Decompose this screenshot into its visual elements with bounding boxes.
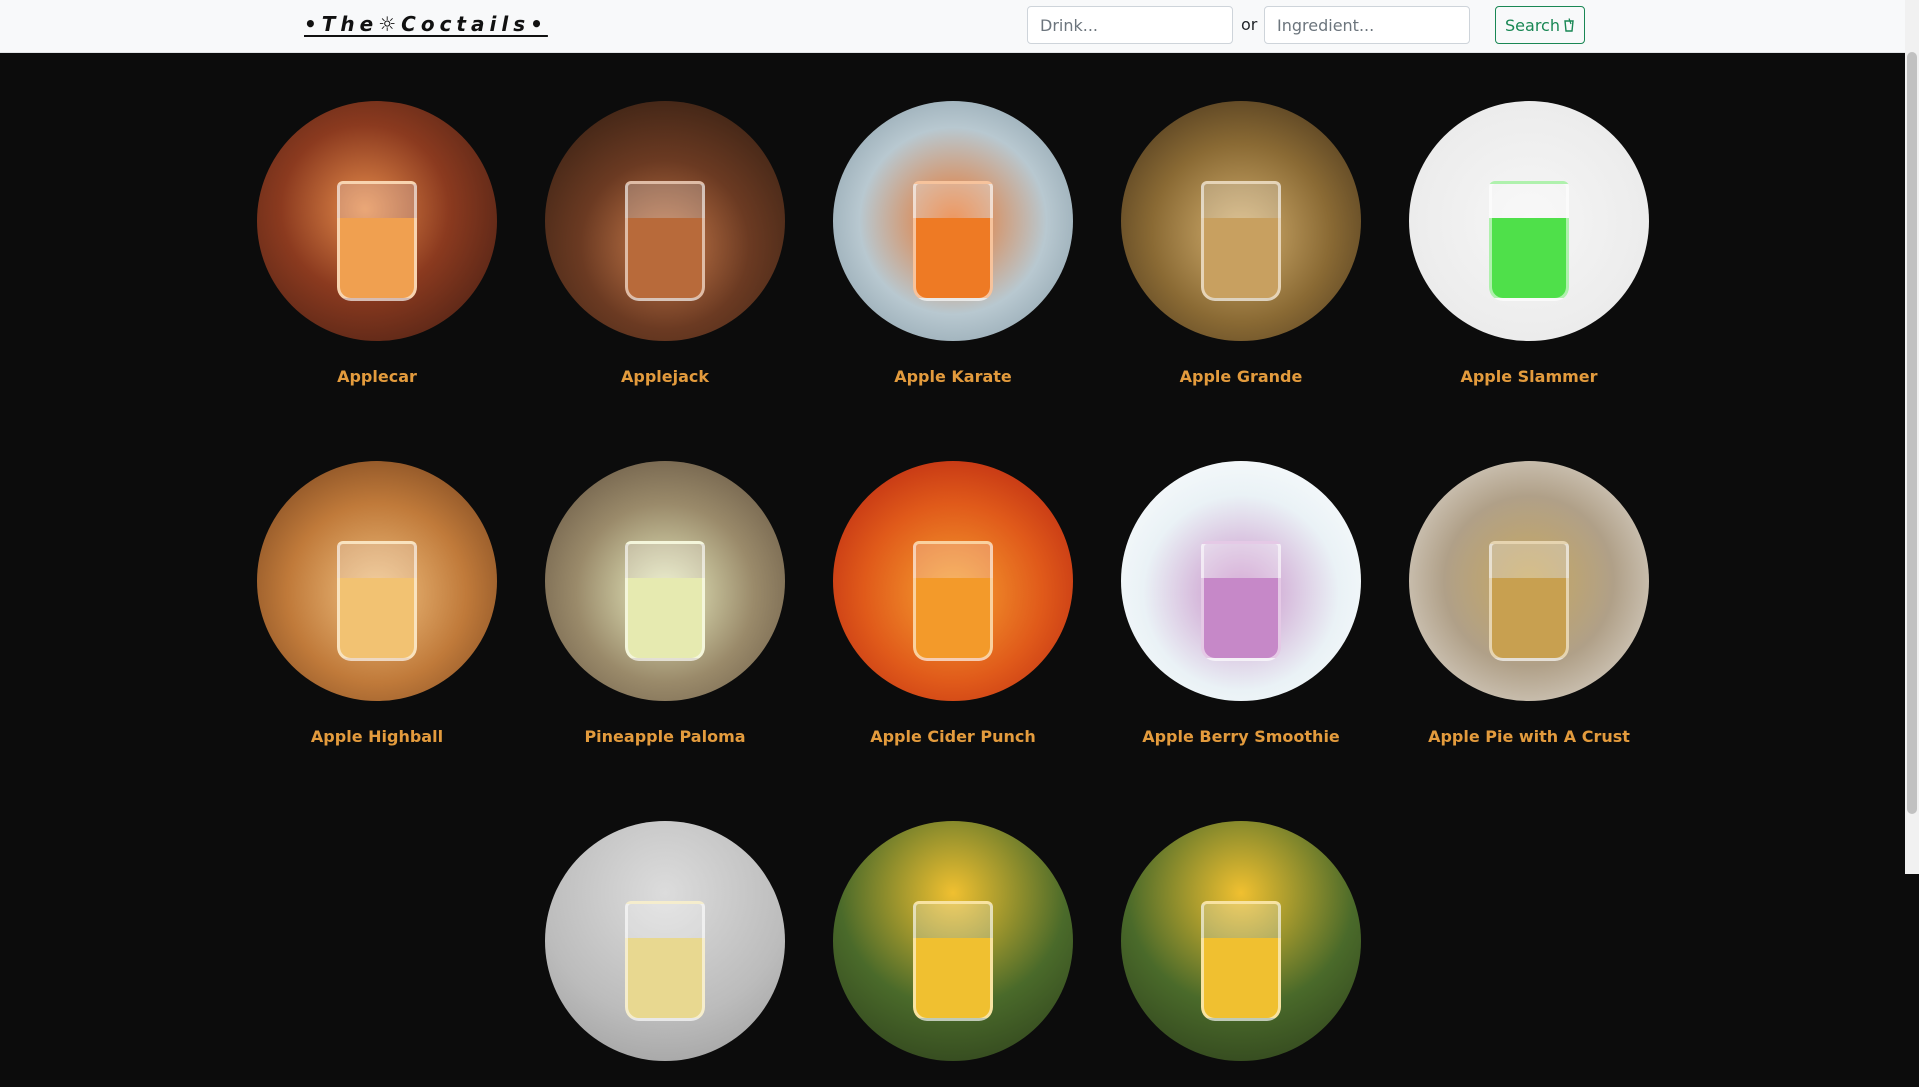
drink-card[interactable]: Applecar: [257, 101, 497, 386]
glass-illustration: [625, 541, 705, 661]
glass-illustration: [625, 181, 705, 301]
drink-image[interactable]: [545, 461, 785, 701]
drink-image[interactable]: [1121, 101, 1361, 341]
scrollbar-thumb[interactable]: [1907, 52, 1917, 814]
drink-image[interactable]: [545, 101, 785, 341]
drink-card[interactable]: Apple Grande: [1121, 101, 1361, 386]
drink-card[interactable]: Apple Berry Smoothie: [1121, 461, 1361, 746]
drink-name[interactable]: Apple Karate: [833, 367, 1073, 386]
drink-image[interactable]: [833, 821, 1073, 1061]
drink-search-input[interactable]: [1027, 6, 1233, 44]
drink-name[interactable]: Apple Berry Smoothie: [1121, 727, 1361, 746]
drink-image[interactable]: [833, 101, 1073, 341]
search-button[interactable]: Search: [1495, 6, 1585, 44]
glass-illustration: [625, 901, 705, 1021]
cup-icon: [1564, 18, 1574, 32]
drink-name[interactable]: Pineapple Paloma: [545, 727, 785, 746]
drink-card[interactable]: Apple Highball: [257, 461, 497, 746]
drink-card[interactable]: [1121, 821, 1361, 1087]
navbar: •The☼Coctails• or Search: [0, 0, 1905, 53]
drink-image[interactable]: [833, 461, 1073, 701]
drink-card[interactable]: Apple Cider Punch: [833, 461, 1073, 746]
drink-card[interactable]: [833, 821, 1073, 1087]
glass-illustration: [913, 181, 993, 301]
drink-image[interactable]: [1121, 821, 1361, 1061]
drink-card[interactable]: Pineapple Paloma: [545, 461, 785, 746]
glass-illustration: [1489, 541, 1569, 661]
drink-card[interactable]: Apple Pie with A Crust: [1409, 461, 1649, 746]
drink-name[interactable]: Applecar: [257, 367, 497, 386]
drink-image[interactable]: [545, 821, 785, 1061]
search-button-label: Search: [1505, 15, 1560, 35]
glass-illustration: [1489, 181, 1569, 301]
scrollbar[interactable]: [1905, 0, 1919, 874]
drink-name[interactable]: Apple Cider Punch: [833, 727, 1073, 746]
drink-image[interactable]: [1409, 101, 1649, 341]
drink-image[interactable]: [257, 101, 497, 341]
brand-logo[interactable]: •The☼Coctails•: [304, 12, 548, 36]
drink-card[interactable]: Apple Slammer: [1409, 101, 1649, 386]
glass-illustration: [913, 901, 993, 1021]
or-label: or: [1241, 15, 1258, 34]
drink-card[interactable]: Apple Karate: [833, 101, 1073, 386]
drink-name[interactable]: Applejack: [545, 367, 785, 386]
drink-name[interactable]: Apple Grande: [1121, 367, 1361, 386]
drink-card[interactable]: Applejack: [545, 101, 785, 386]
drink-card[interactable]: [545, 821, 785, 1087]
glass-illustration: [1201, 901, 1281, 1021]
drink-name[interactable]: Apple Pie with A Crust: [1409, 727, 1649, 746]
glass-illustration: [1201, 181, 1281, 301]
drink-image[interactable]: [1409, 461, 1649, 701]
glass-illustration: [337, 541, 417, 661]
drink-name[interactable]: Apple Highball: [257, 727, 497, 746]
glass-illustration: [337, 181, 417, 301]
glass-illustration: [913, 541, 993, 661]
drink-image[interactable]: [257, 461, 497, 701]
glass-illustration: [1201, 541, 1281, 661]
ingredient-search-input[interactable]: [1264, 6, 1470, 44]
drink-name[interactable]: Apple Slammer: [1409, 367, 1649, 386]
drink-image[interactable]: [1121, 461, 1361, 701]
